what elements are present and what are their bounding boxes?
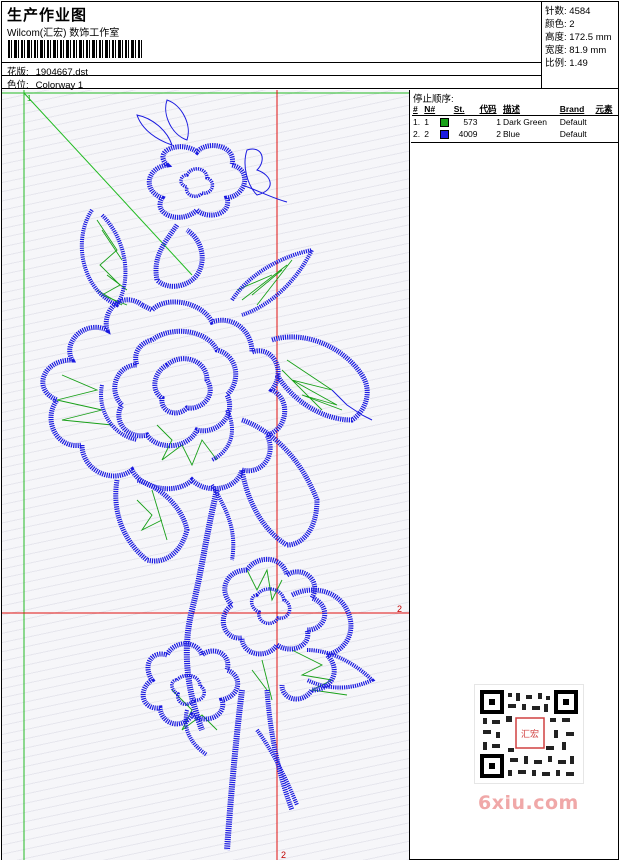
col-desc: 描述 bbox=[502, 103, 559, 116]
stat-colors: 颜色: 2 bbox=[545, 19, 575, 30]
table-row[interactable]: 2. 2 4009 2 Blue Default bbox=[412, 128, 618, 140]
stat-scale: 比例: 1.49 bbox=[545, 58, 588, 69]
table-header-row: # N# St. 代码 描述 Brand 元素 bbox=[412, 103, 618, 116]
stop-sequence-panel: 停止顺序: # N# St. 代码 描述 Brand 元素 1. 1 573 1… bbox=[411, 90, 619, 143]
production-sheet: 生产作业图 Wilcom(汇宏) 数饰工作室 花版: 1904667.dst 色… bbox=[1, 1, 619, 860]
col-code: 代码 bbox=[478, 103, 502, 116]
marker-right: 2 bbox=[397, 604, 402, 614]
col-index: # bbox=[412, 103, 424, 116]
color-swatch bbox=[440, 129, 450, 139]
embroidery-design: 2 2 1 bbox=[2, 90, 409, 860]
stop-sequence-table: # N# St. 代码 描述 Brand 元素 1. 1 573 1 Dark … bbox=[412, 103, 618, 140]
divider bbox=[2, 62, 542, 63]
col-n: N# bbox=[423, 103, 440, 116]
sheet-header: 生产作业图 Wilcom(汇宏) 数饰工作室 花版: 1904667.dst 色… bbox=[2, 2, 542, 91]
col-brand: Brand bbox=[558, 103, 595, 116]
table-row[interactable]: 1. 1 573 1 Dark Green Default bbox=[412, 116, 618, 128]
marker-bottom: 2 bbox=[281, 850, 286, 860]
colorway-row: 色位: Colorway 1 bbox=[7, 77, 83, 91]
qr-code-image: 汇宏 bbox=[480, 690, 578, 778]
col-stitches: St. bbox=[452, 103, 479, 116]
watermark-text: 6xiu.com bbox=[478, 792, 579, 814]
design-canvas[interactable]: 2 2 1 bbox=[2, 90, 410, 860]
barcode bbox=[8, 40, 143, 58]
qr-center-label: 汇宏 bbox=[521, 728, 539, 740]
stat-width: 宽度: 81.9 mm bbox=[545, 45, 607, 56]
qr-code: 汇宏 bbox=[474, 684, 584, 784]
marker-top: 1 bbox=[27, 94, 32, 103]
stat-height: 高度: 172.5 mm bbox=[545, 32, 612, 43]
colorway-label: 色位: bbox=[7, 80, 29, 91]
divider bbox=[2, 75, 542, 76]
stats-panel: 针数: 4584 颜色: 2 高度: 172.5 mm 宽度: 81.9 mm … bbox=[542, 2, 619, 89]
col-swatch bbox=[439, 103, 453, 116]
color-swatch bbox=[440, 117, 450, 127]
guide-line-diagonal bbox=[23, 92, 193, 276]
col-element: 元素 bbox=[594, 103, 618, 116]
sheet-title: 生产作业图 bbox=[7, 6, 88, 24]
company-name: Wilcom(汇宏) 数饰工作室 bbox=[7, 28, 120, 39]
stat-stitches: 针数: 4584 bbox=[545, 6, 591, 17]
blue-satin-layer bbox=[40, 143, 376, 851]
